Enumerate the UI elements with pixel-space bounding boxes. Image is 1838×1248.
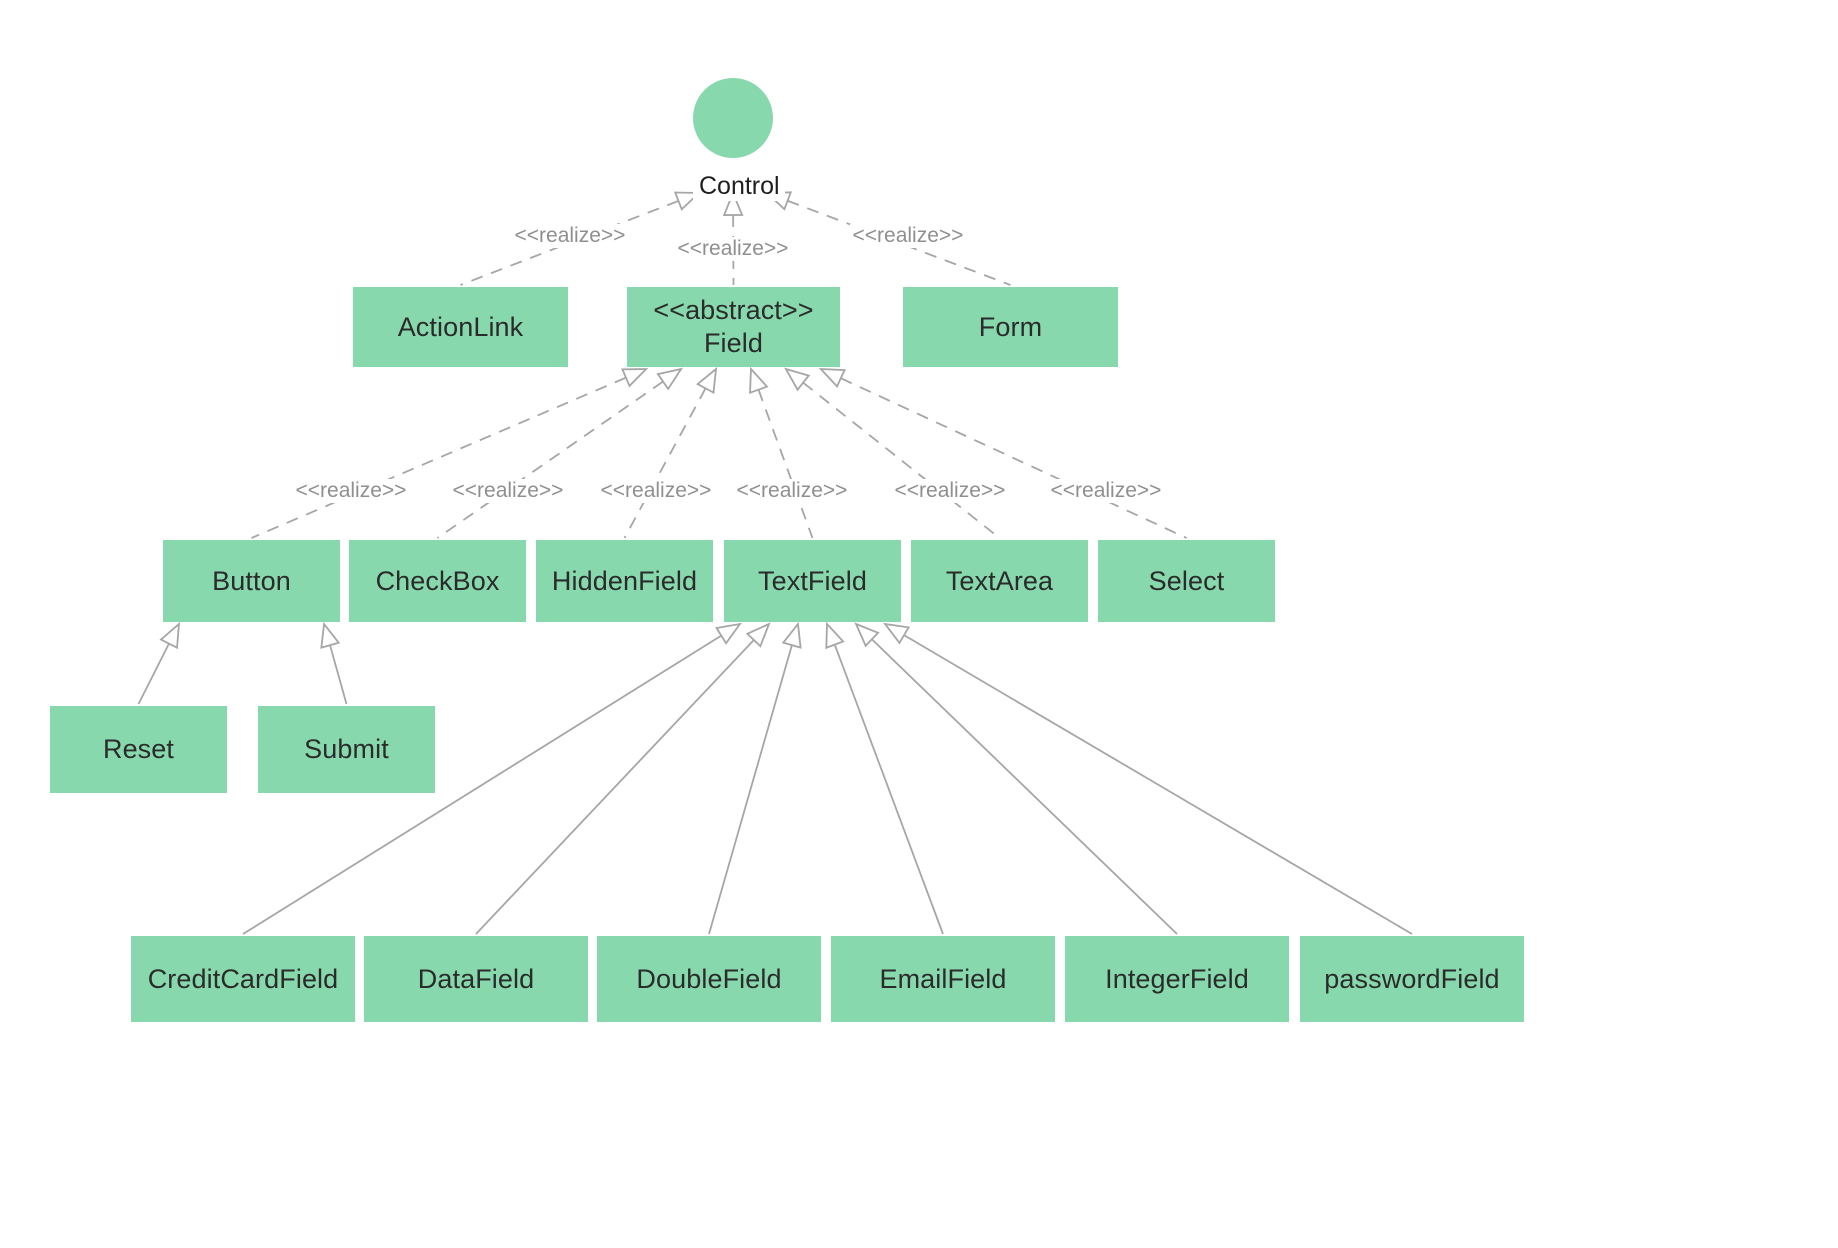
class-node-passwordfield[interactable]: passwordField (1300, 936, 1524, 1022)
control-interface-circle (693, 78, 773, 158)
edge-rel-textfield-emailfield (825, 621, 944, 935)
relationship-edges-layer (137, 190, 1413, 935)
class-node-button[interactable]: Button (163, 540, 340, 622)
hollow-triangle-arrowhead (621, 368, 649, 388)
hollow-triangle-arrowhead (715, 622, 742, 645)
edge-rel-field-hiddenfield (623, 366, 718, 539)
edge-rel-textfield-integerfield (854, 622, 1178, 935)
hollow-triangle-arrowhead (781, 621, 802, 649)
edge-rel-textfield-doublefield (708, 621, 802, 935)
edge-label-realize-hiddenfield: <<realize>> (597, 479, 715, 503)
class-node-actionlink[interactable]: ActionLink (353, 287, 568, 367)
class-node-creditcardfield[interactable]: CreditCardField (131, 936, 355, 1022)
class-node-submit[interactable]: Submit (258, 706, 435, 793)
control-interface-label: Control (693, 172, 785, 201)
class-node-reset[interactable]: Reset (50, 706, 227, 793)
class-node-integerfield[interactable]: IntegerField (1065, 936, 1289, 1022)
hollow-triangle-arrowhead (320, 621, 341, 649)
hollow-triangle-arrowhead (745, 622, 771, 648)
class-node-emailfield[interactable]: EmailField (831, 936, 1055, 1022)
class-node-checkbox[interactable]: CheckBox (349, 540, 526, 622)
hollow-triangle-arrowhead (656, 367, 684, 391)
edge-rel-field-textarea (784, 367, 1001, 539)
class-node-hiddenfield[interactable]: HiddenField (536, 540, 713, 622)
edge-label-realize-field: <<realize>> (674, 237, 792, 261)
class-node-textfield[interactable]: TextField (724, 540, 901, 622)
hollow-triangle-arrowhead (825, 621, 845, 650)
edge-label-realize-actionlink: <<realize>> (511, 224, 629, 248)
edge-label-realize-textarea: <<realize>> (891, 479, 1009, 503)
class-node-datafield[interactable]: DataField (364, 936, 588, 1022)
edge-label-realize-textfield: <<realize>> (733, 479, 851, 503)
hollow-triangle-arrowhead (818, 368, 846, 388)
edge-rel-field-button (251, 368, 649, 539)
edge-rel-textfield-datafield (475, 622, 771, 935)
edge-label-realize-select: <<realize>> (1047, 479, 1165, 503)
hollow-triangle-arrowhead (696, 366, 718, 395)
edge-rel-button-reset (137, 621, 181, 705)
hollow-triangle-arrowhead (883, 622, 911, 645)
edge-rel-field-select (818, 368, 1187, 539)
edge-rel-field-textfield (749, 366, 814, 539)
hollow-triangle-arrowhead (854, 622, 880, 648)
class-node-select[interactable]: Select (1098, 540, 1275, 622)
edge-rel-field-checkbox (436, 367, 684, 539)
uml-diagram-canvas: Control ActionLink <<abstract>> Field Form… (0, 0, 1838, 1248)
edge-label-realize-form: <<realize>> (849, 224, 967, 248)
class-node-form[interactable]: Form (903, 287, 1118, 367)
edge-label-realize-checkbox: <<realize>> (449, 479, 567, 503)
hollow-triangle-arrowhead (749, 366, 769, 395)
edge-rel-textfield-passwordfield (883, 622, 1413, 935)
edge-label-realize-button: <<realize>> (292, 479, 410, 503)
class-node-doublefield[interactable]: DoubleField (597, 936, 821, 1022)
hollow-triangle-arrowhead (159, 621, 181, 650)
edge-rel-button-submit (320, 621, 348, 705)
class-node-textarea[interactable]: TextArea (911, 540, 1088, 622)
class-node-field[interactable]: <<abstract>> Field (627, 287, 840, 367)
hollow-triangle-arrowhead (784, 367, 811, 392)
